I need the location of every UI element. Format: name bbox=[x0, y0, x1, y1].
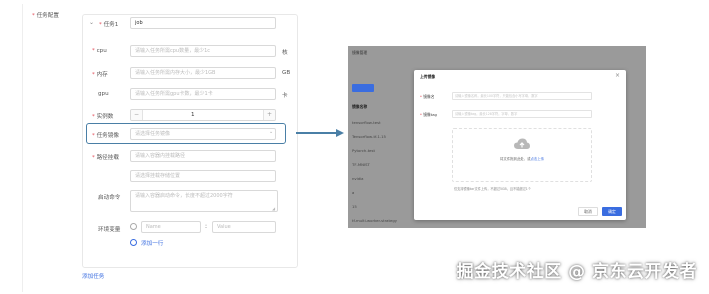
arrow-right-icon bbox=[296, 129, 344, 137]
task-name-label: 任务1 bbox=[99, 20, 119, 28]
image-tag-label: 镜像tag bbox=[420, 112, 437, 118]
watermark: 掘金技术社区 @ 京东云开发者 bbox=[456, 262, 697, 282]
upload-dropzone[interactable] bbox=[452, 128, 592, 182]
modal-title: 上传镜像 bbox=[420, 74, 436, 79]
mount-label: 路径挂载 bbox=[92, 153, 119, 161]
replicas-minus-button[interactable]: − bbox=[131, 110, 143, 120]
cloud-upload-icon bbox=[514, 138, 530, 149]
ok-button[interactable]: 确定 bbox=[602, 207, 622, 216]
mem-unit: GB bbox=[282, 70, 291, 76]
table-row: Tensorflow-tf-1.15 bbox=[352, 134, 386, 139]
table-row: TF-MNIST bbox=[352, 162, 370, 167]
env-separator: : bbox=[205, 223, 208, 230]
upload-image-screenshot: 镜像管理 镜像名称 tensorflow-test Tensorflow-tf-… bbox=[348, 46, 646, 228]
resize-handle-icon[interactable]: ◢ bbox=[272, 206, 275, 211]
add-row-icon[interactable] bbox=[130, 239, 137, 246]
table-header-name: 镜像名称 bbox=[352, 104, 368, 109]
table-row: tensorflow-test bbox=[352, 120, 381, 125]
gpu-label: gpu bbox=[98, 91, 109, 97]
replicas-value[interactable]: 1 bbox=[191, 110, 195, 120]
replicas-plus-button[interactable]: + bbox=[263, 110, 275, 120]
mem-input[interactable]: 请输入任务所需内存大小，最少1GB bbox=[130, 67, 276, 79]
table-row: nvidia bbox=[352, 176, 364, 181]
image-name-label: 镜像名 bbox=[420, 94, 434, 100]
env-remove-icon[interactable] bbox=[130, 223, 137, 230]
env-name-input[interactable]: Name bbox=[141, 221, 201, 233]
cmd-label: 启动命令 bbox=[98, 195, 121, 201]
cmd-textarea[interactable]: 请输入容器启动命令，长度不超过2000字符 bbox=[130, 190, 278, 212]
mount-path-input[interactable]: 请输入容器内挂载路径 bbox=[130, 150, 276, 162]
section-label: 任务配置 bbox=[32, 11, 59, 19]
upload-link[interactable]: 点击上传 bbox=[531, 157, 545, 161]
table-row: tf-multi-worker-strategy bbox=[352, 218, 397, 223]
replicas-label: 实例数 bbox=[92, 112, 114, 120]
chevron-down-icon: ⌄ bbox=[269, 129, 274, 135]
cpu-unit: 核 bbox=[282, 50, 288, 56]
mount-storage-select[interactable]: 请选择挂载存储位置 bbox=[130, 170, 276, 182]
gpu-input[interactable]: 请输入任务所需gpu卡数，最少1卡 bbox=[130, 88, 276, 100]
env-label: 环境变量 bbox=[98, 227, 121, 233]
table-row: Pytorch-test bbox=[352, 148, 375, 153]
task-name-input[interactable]: job bbox=[130, 17, 276, 29]
image-tag-input[interactable]: 请输入镜像tag，最长128字符，字母、数字 bbox=[452, 110, 592, 118]
image-select[interactable]: 请选择任务镜像 bbox=[130, 128, 276, 140]
add-row-link[interactable]: 添加一行 bbox=[141, 239, 163, 247]
upload-image-modal: 上传镜像 × 镜像名 请输入镜像名称，最长100字符，只能包含小写字母、数字 镜… bbox=[414, 70, 626, 220]
upload-hint: 将文件拖到此处，或点击上传 bbox=[500, 157, 545, 161]
upload-note: 仅支持镜像tar文件上传，不超过5GB，且不能超过1个 bbox=[454, 187, 531, 191]
replicas-stepper: − 1 + bbox=[130, 109, 276, 121]
collapse-chevron-icon[interactable]: ⌄ bbox=[89, 19, 94, 26]
gpu-unit: 卡 bbox=[282, 93, 288, 99]
env-value-input[interactable]: Value bbox=[212, 221, 276, 233]
cancel-button[interactable]: 取消 bbox=[578, 207, 598, 216]
page-title: 镜像管理 bbox=[352, 50, 368, 55]
upload-image-button[interactable] bbox=[352, 84, 374, 92]
image-label: 任务镜像 bbox=[92, 131, 119, 139]
table-row: a bbox=[352, 190, 355, 195]
close-icon[interactable]: × bbox=[615, 72, 620, 79]
table-row: 15 bbox=[352, 204, 357, 209]
mem-label: 内存 bbox=[92, 70, 108, 78]
cpu-label: cpu bbox=[92, 48, 110, 54]
cpu-input[interactable]: 请输入任务所需cpu数量，最少1c bbox=[130, 45, 276, 57]
image-name-input[interactable]: 请输入镜像名称，最长100字符，只能包含小写字母、数字 bbox=[452, 92, 592, 100]
add-task-link[interactable]: 添加任务 bbox=[82, 272, 104, 280]
